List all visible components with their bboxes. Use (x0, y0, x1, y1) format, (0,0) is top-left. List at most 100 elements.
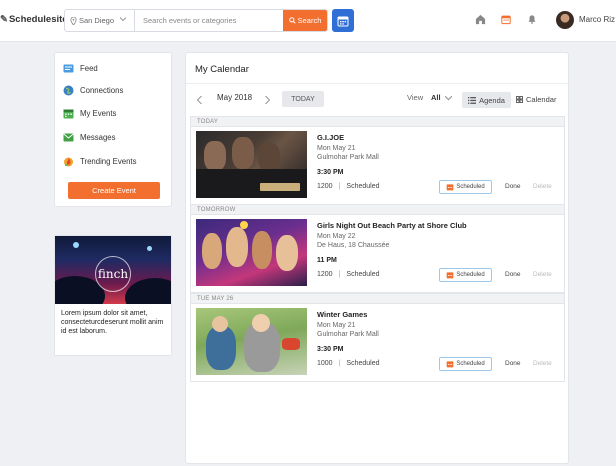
calendar-panel: My Calendar May 2018 TODAY View All Agen… (185, 52, 569, 464)
search-button[interactable]: Search (283, 10, 327, 31)
event-stats: 1200 | Scheduled (317, 183, 380, 190)
sidebar-item-label: Trending Events (80, 156, 137, 166)
avatar[interactable] (556, 11, 574, 29)
agenda-view-button[interactable]: Agenda (462, 92, 511, 108)
attendee-count: 1000 (317, 360, 333, 367)
scheduled-button[interactable]: Scheduled (439, 268, 492, 282)
location-select[interactable]: San Diego (65, 10, 135, 31)
attendee-count: 1200 (317, 271, 333, 278)
event-status: Scheduled (346, 183, 380, 190)
event-stats: 1000 | Scheduled (317, 360, 380, 367)
event-row[interactable]: Girls Night Out Beach Party at Shore Clu… (190, 215, 565, 293)
brand-logo[interactable]: ✎Schedulesite (0, 14, 68, 25)
event-title[interactable]: Girls Night Out Beach Party at Shore Clu… (317, 221, 467, 230)
event-date: Mon May 21 (317, 145, 356, 152)
flame-icon (64, 157, 73, 166)
sidebar-item-messages[interactable]: Messages (63, 130, 116, 144)
event-time: 3:30 PM (317, 169, 344, 176)
location-value: San Diego (79, 16, 115, 25)
page-title: My Calendar (195, 64, 249, 75)
ad-text: Lorem ipsum dolor sit amet, consecteturc… (61, 310, 164, 335)
date-group-label: TUE MAY 26 (190, 293, 565, 304)
event-venue: Gulmohar Park Mall (317, 331, 379, 338)
sidebar-item-connections[interactable]: Connections (63, 83, 123, 97)
calendar-label: Calendar (526, 95, 557, 104)
sidebar-item-trending-events[interactable]: Trending Events (63, 154, 137, 168)
date-group-label: TODAY (190, 116, 565, 127)
calendar-view-button[interactable]: Calendar (516, 95, 556, 104)
calendar-icon (446, 184, 454, 191)
delete-button[interactable]: Delete (533, 271, 552, 278)
ad-logo: finch (95, 256, 131, 292)
search-bar: San Diego Search events or categories Se… (64, 9, 328, 32)
search-icon (288, 17, 296, 24)
event-title[interactable]: G.I.JOE (317, 133, 344, 142)
event-image (196, 131, 307, 198)
sidebar-item-feed[interactable]: Feed (63, 61, 98, 75)
create-event-button[interactable]: Create Event (68, 182, 160, 199)
sidebar-item-label: Connections (80, 85, 124, 95)
event-venue: De Haus, 18 Chaussée (317, 242, 390, 249)
event-date: Mon May 21 (317, 322, 356, 329)
chevron-down-icon (120, 17, 126, 22)
event-status: Scheduled (346, 271, 380, 278)
sidebar: Feed Connections My Events Messages Tren… (54, 52, 172, 207)
grid-icon (516, 96, 523, 103)
view-label: View (407, 93, 424, 102)
event-row[interactable]: Winter Games Mon May 21 Gulmohar Park Ma… (190, 304, 565, 382)
chevron-right-icon[interactable] (264, 96, 270, 104)
sidebar-item-label: My Events (80, 108, 117, 118)
scheduled-button[interactable]: Scheduled (439, 357, 492, 371)
user-name[interactable]: Marco Riz (579, 15, 615, 24)
chevron-down-icon[interactable] (445, 96, 452, 101)
sidebar-item-my-events[interactable]: My Events (63, 106, 116, 120)
event-stats: 1200 | Scheduled (317, 271, 380, 278)
calendar-nav-icon[interactable] (501, 14, 511, 25)
calendar-icon (63, 109, 74, 118)
top-bar: ✎Schedulesite San Diego Search events or… (0, 0, 616, 42)
calendar-icon (337, 16, 349, 26)
event-row[interactable]: G.I.JOE Mon May 21 Gulmohar Park Mall 3:… (190, 127, 565, 205)
ad-image: finch (55, 236, 171, 304)
brand-name: Schedulesite (8, 14, 68, 25)
delete-button[interactable]: Delete (533, 183, 552, 190)
sidebar-item-label: Messages (80, 132, 116, 142)
today-button[interactable]: TODAY (282, 91, 324, 107)
event-time: 3:30 PM (317, 346, 344, 353)
done-button[interactable]: Done (505, 271, 521, 278)
attendee-count: 1200 (317, 183, 333, 190)
agenda-label: Agenda (479, 95, 505, 105)
list-icon (468, 96, 477, 104)
event-title[interactable]: Winter Games (317, 310, 367, 319)
calendar-icon (446, 272, 454, 279)
scheduled-button[interactable]: Scheduled (439, 180, 492, 194)
search-button-label: Search (297, 16, 322, 25)
scheduled-label: Scheduled (456, 184, 485, 190)
event-status: Scheduled (346, 360, 380, 367)
sidebar-item-label: Feed (80, 63, 98, 73)
event-image (196, 308, 307, 375)
scheduled-label: Scheduled (456, 272, 485, 278)
chevron-left-icon[interactable] (197, 96, 203, 104)
ad-card[interactable]: finch Lorem ipsum dolor sit amet, consec… (54, 235, 172, 356)
calendar-button[interactable] (332, 9, 354, 32)
event-image (196, 219, 307, 286)
home-icon[interactable] (475, 14, 486, 25)
feed-icon (63, 64, 74, 72)
globe-icon (63, 85, 74, 95)
event-time: 11 PM (317, 257, 337, 264)
scheduled-label: Scheduled (456, 361, 485, 367)
calendar-icon (446, 361, 454, 368)
view-select[interactable]: All (431, 93, 441, 102)
search-input[interactable]: Search events or categories (135, 10, 283, 31)
delete-button[interactable]: Delete (533, 360, 552, 367)
location-pin-icon (70, 16, 77, 25)
event-date: Mon May 22 (317, 233, 356, 240)
month-label: May 2018 (217, 93, 253, 102)
divider (186, 83, 568, 84)
done-button[interactable]: Done (505, 360, 521, 367)
done-button[interactable]: Done (505, 183, 521, 190)
bell-icon[interactable] (527, 14, 537, 25)
event-venue: Gulmohar Park Mall (317, 154, 379, 161)
date-group-label: TOMORROW (190, 204, 565, 215)
